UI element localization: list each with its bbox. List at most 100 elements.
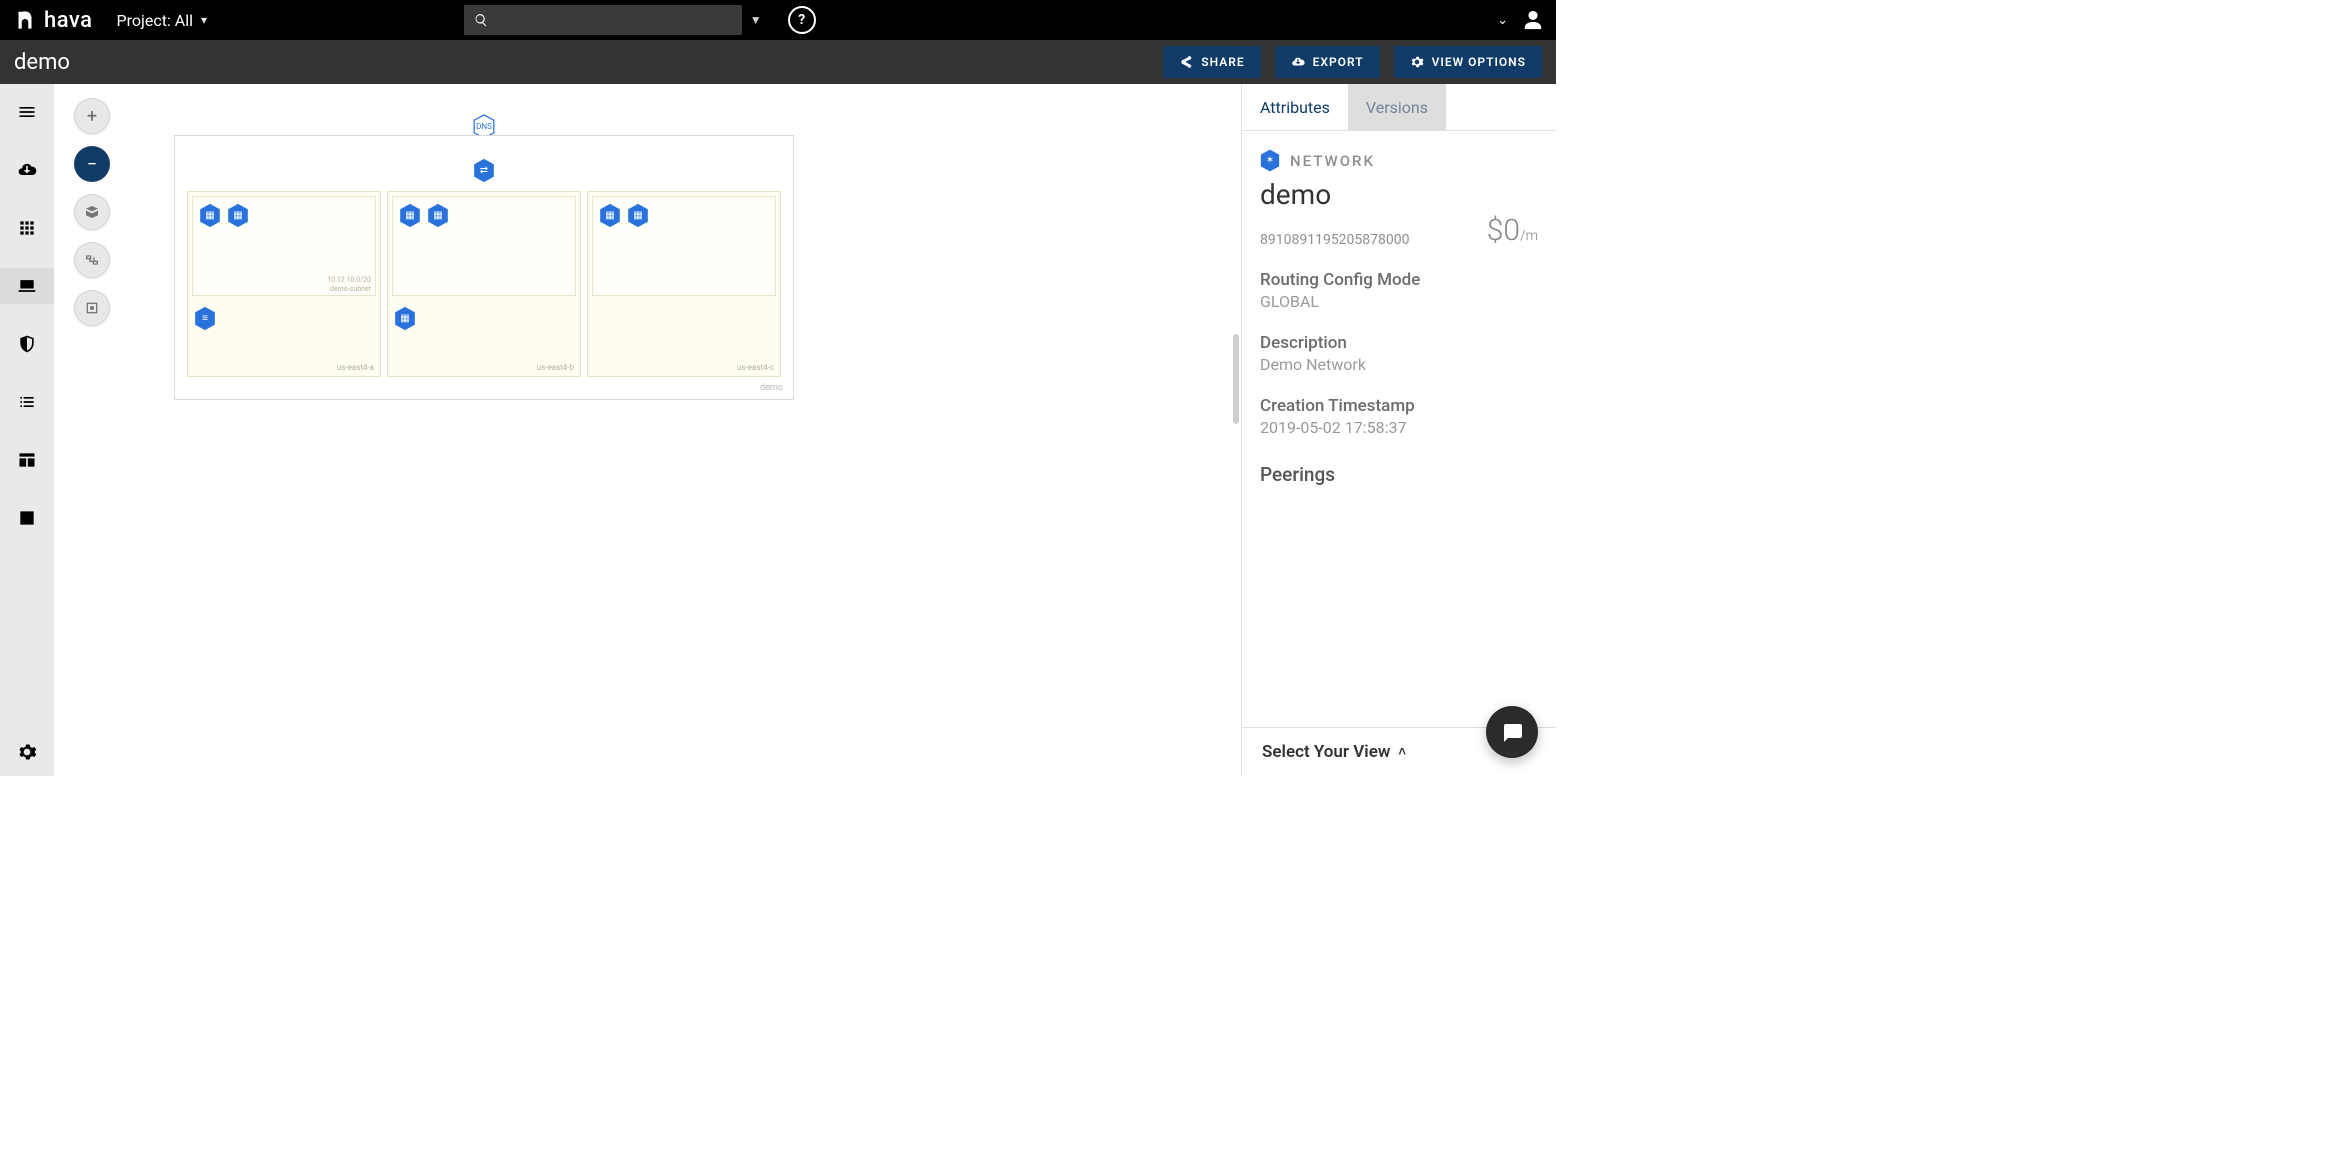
compute-instance-node[interactable]: ▦ <box>627 203 649 228</box>
load-balancer-node[interactable]: ⇄ <box>187 158 781 183</box>
left-sidebar <box>0 84 54 776</box>
resource-cost: $0/m <box>1487 213 1538 248</box>
chip-icon: ▦ <box>233 211 242 221</box>
search-dropdown[interactable]: ▼ <box>746 5 766 35</box>
subnet[interactable]: ▦ ▦ <box>392 196 576 296</box>
sidebar-security[interactable] <box>0 326 54 362</box>
region-us-east4-b[interactable]: ▦ ▦ ▦ us-east4-b <box>387 191 581 377</box>
record-icon <box>84 300 100 316</box>
compute-instance-node[interactable]: ▦ <box>599 203 621 228</box>
compute-instance-node[interactable]: ▦ <box>199 203 221 228</box>
flow-icon <box>84 252 100 268</box>
load-balancer-icon: ⇄ <box>480 166 488 176</box>
user-icon[interactable] <box>1522 9 1544 31</box>
share-label: SHARE <box>1201 55 1244 69</box>
region-label: us-east4-a <box>337 363 374 372</box>
brand-logo[interactable]: hava <box>12 7 93 33</box>
right-panel: Attributes Versions ✶ NETWORK demo 89108… <box>1241 84 1556 776</box>
network-box[interactable]: ⇄ ▦ ▦ 10.12.10.0/20 demo-subnet <box>174 135 794 400</box>
help-icon: ? <box>798 12 805 28</box>
disk-stack-node[interactable]: ≡ <box>194 306 216 331</box>
compute-instance-node[interactable]: ▦ <box>227 203 249 228</box>
chip-icon: ▦ <box>405 211 414 221</box>
chip-icon: ▦ <box>400 314 409 324</box>
view-options-button[interactable]: VIEW OPTIONS <box>1394 46 1542 78</box>
description-value: Demo Network <box>1260 355 1538 374</box>
view-options-label: VIEW OPTIONS <box>1432 55 1526 69</box>
flow-button[interactable] <box>74 242 110 278</box>
routing-mode-label: Routing Config Mode <box>1260 270 1538 290</box>
brand-name: hava <box>44 8 93 33</box>
resource-type-row: ✶ NETWORK <box>1260 149 1538 172</box>
gear-icon <box>17 742 37 762</box>
subnet-demo[interactable]: ▦ ▦ 10.12.10.0/20 demo-subnet <box>192 196 376 296</box>
canvas-scrollbar[interactable] <box>1233 334 1239 424</box>
chip-icon: ▦ <box>433 211 442 221</box>
main-area: + − DNS ⇄ ▦ <box>0 84 1556 776</box>
diagram-canvas[interactable]: + − DNS ⇄ ▦ <box>54 84 1241 776</box>
peerings-heading: Peerings <box>1260 463 1538 486</box>
sidebar-list[interactable] <box>0 384 54 420</box>
dns-icon-glyph: DNS <box>476 123 492 131</box>
chevron-down-icon: ▾ <box>201 13 207 27</box>
network-label: demo <box>760 383 783 393</box>
sidebar-apps[interactable] <box>0 210 54 246</box>
cost-suffix: /m <box>1520 228 1538 244</box>
shield-icon <box>17 334 37 354</box>
environment-title: demo <box>14 50 70 75</box>
cost-value: $0 <box>1487 213 1520 248</box>
compute-instance-node[interactable]: ▦ <box>427 203 449 228</box>
subnet-meta: 10.12.10.0/20 demo-subnet <box>327 276 371 293</box>
chip-icon: ▦ <box>605 211 614 221</box>
regions-row: ▦ ▦ 10.12.10.0/20 demo-subnet ≡ <box>187 191 781 377</box>
account-dropdown[interactable]: ⌄ <box>1497 13 1508 28</box>
zoom-in-button[interactable]: + <box>74 98 110 134</box>
zoom-out-button[interactable]: − <box>74 146 110 182</box>
routing-mode-value: GLOBAL <box>1260 292 1538 311</box>
tab-attributes[interactable]: Attributes <box>1242 84 1348 130</box>
list-icon <box>17 392 37 412</box>
cloud-download-icon <box>17 160 37 180</box>
subnet-name: demo-subnet <box>327 285 371 293</box>
disk-stack-icon: ≡ <box>202 314 208 324</box>
resource-name: demo <box>1260 178 1538 211</box>
snapshot-button[interactable] <box>74 290 110 326</box>
description-label: Description <box>1260 333 1538 353</box>
share-icon <box>1179 55 1193 69</box>
resource-id: 8910891195205878000 <box>1260 232 1410 248</box>
sidebar-menu[interactable] <box>0 94 54 130</box>
sidebar-reports[interactable] <box>0 500 54 536</box>
chip-icon: ▦ <box>205 211 214 221</box>
compute-instance-node[interactable]: ▦ <box>394 306 416 331</box>
tab-versions[interactable]: Versions <box>1348 84 1446 130</box>
sidebar-settings[interactable] <box>0 734 54 770</box>
export-button[interactable]: EXPORT <box>1275 46 1380 78</box>
region-us-east4-a[interactable]: ▦ ▦ 10.12.10.0/20 demo-subnet ≡ <box>187 191 381 377</box>
share-button[interactable]: SHARE <box>1163 46 1260 78</box>
detail-tabs: Attributes Versions <box>1242 84 1556 131</box>
search-input[interactable] <box>464 5 742 35</box>
compute-instance-node[interactable]: ▦ <box>399 203 421 228</box>
search-field[interactable] <box>496 12 732 29</box>
chevron-up-icon: ˄ <box>1398 744 1406 760</box>
resource-type-label: NETWORK <box>1290 152 1375 170</box>
top-bar: hava Project: All ▾ ▼ ? ⌄ <box>0 0 1556 40</box>
attributes-panel: ✶ NETWORK demo 8910891195205878000 $0/m … <box>1242 131 1556 727</box>
help-button[interactable]: ? <box>788 6 816 34</box>
export-label: EXPORT <box>1313 55 1364 69</box>
sidebar-infrastructure[interactable] <box>0 268 54 304</box>
menu-icon <box>17 102 37 122</box>
fit-button[interactable] <box>74 194 110 230</box>
sidebar-table[interactable] <box>0 442 54 478</box>
sidebar-import[interactable] <box>0 152 54 188</box>
box-icon <box>84 204 100 220</box>
chat-icon <box>1500 720 1524 744</box>
region-us-east4-c[interactable]: ▦ ▦ us-east4-c <box>587 191 781 377</box>
subnet[interactable]: ▦ ▦ <box>592 196 776 296</box>
chat-fab[interactable] <box>1486 706 1538 758</box>
network-icon: ✶ <box>1260 149 1280 172</box>
minus-icon: − <box>87 154 97 175</box>
project-picker-label: Project: All <box>117 11 193 30</box>
creation-value: 2019-05-02 17:58:37 <box>1260 418 1538 437</box>
project-picker[interactable]: Project: All ▾ <box>117 11 208 30</box>
